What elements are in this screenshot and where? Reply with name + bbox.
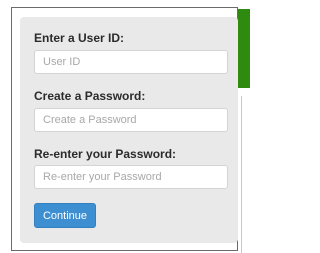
create-password-label: Create a Password:: [34, 89, 146, 103]
reenter-password-label: Re-enter your Password:: [34, 147, 177, 161]
side-divider: [241, 96, 242, 253]
green-accent-bar: [238, 9, 250, 88]
page: Enter a User ID: Create a Password: Re-e…: [0, 0, 250, 253]
create-password-input[interactable]: [34, 108, 228, 132]
user-id-input[interactable]: [34, 50, 228, 74]
continue-button[interactable]: Continue: [34, 203, 96, 228]
reenter-password-input[interactable]: [34, 165, 228, 189]
user-id-label: Enter a User ID:: [34, 31, 125, 45]
